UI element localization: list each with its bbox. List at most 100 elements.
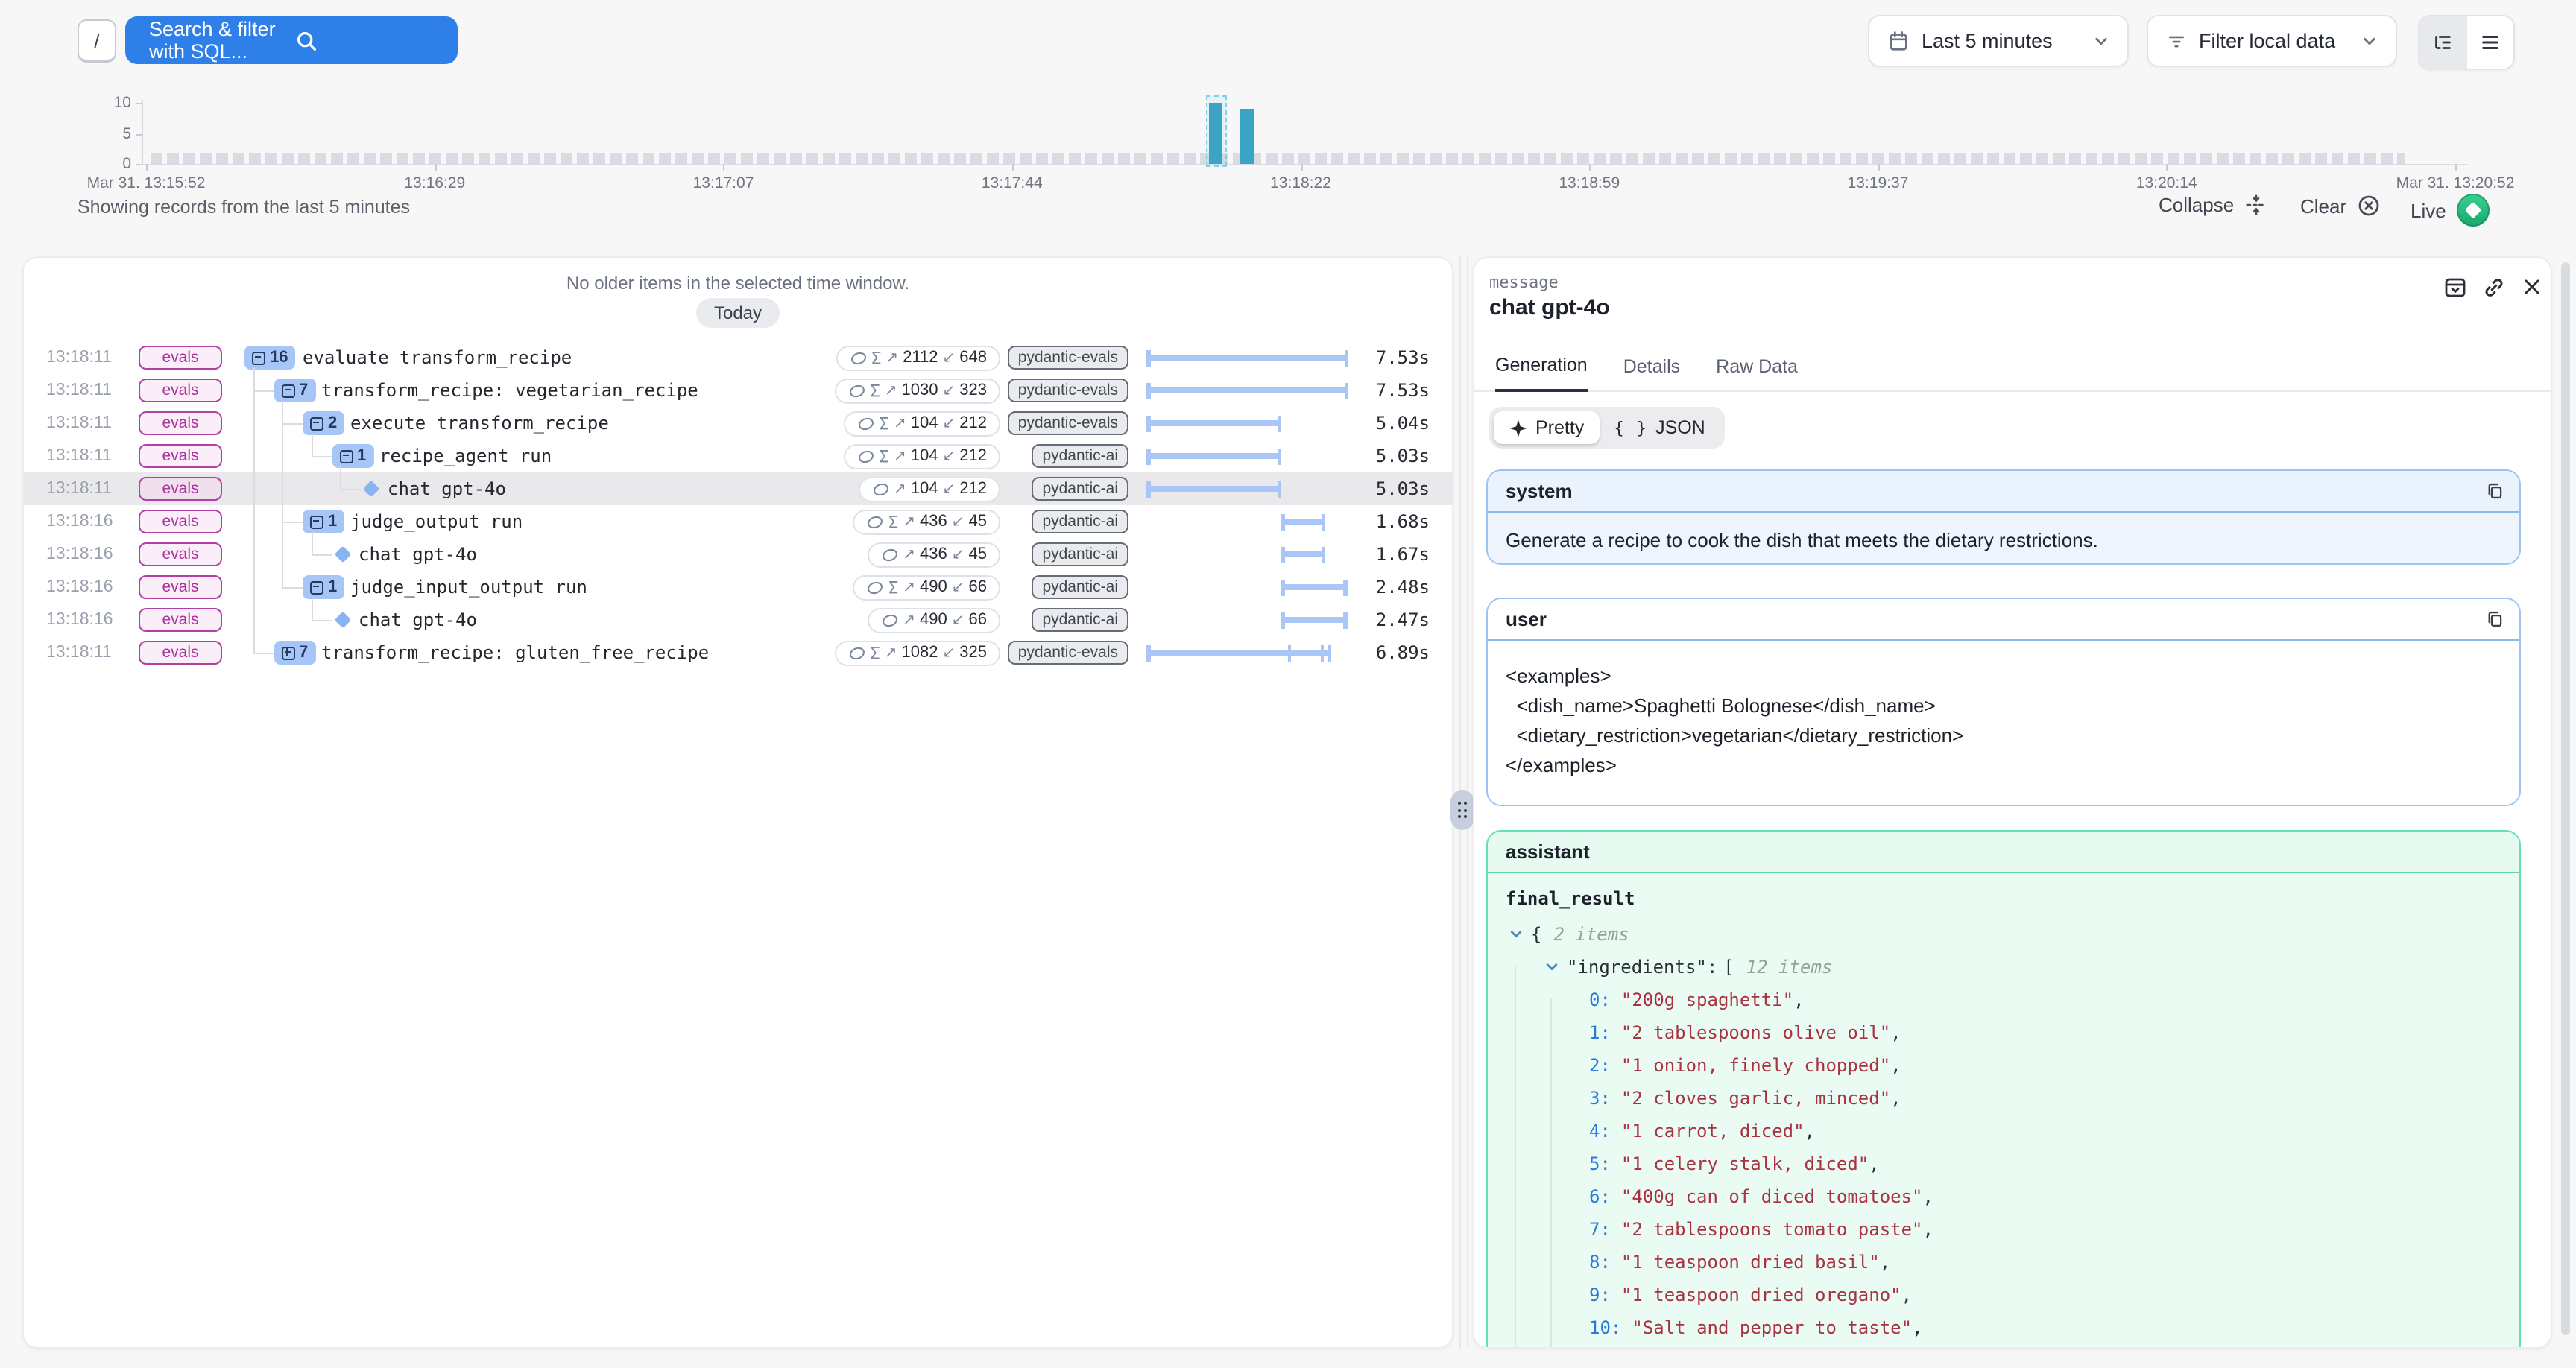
tree-connector <box>311 532 312 554</box>
braces-icon: { } <box>1614 418 1648 437</box>
json-array-item: 3:"2 cloves garlic, minced", <box>1589 1082 2501 1115</box>
table-row[interactable]: 13:18:16 evals chat gpt-4o ↗ 490 ↙ 66 py… <box>24 604 1452 636</box>
span-name[interactable]: transform_recipe: vegetarian_recipe <box>321 380 698 401</box>
filter-local-data-dropdown[interactable]: Filter local data <box>2147 15 2397 67</box>
collapse-node-button[interactable]: 2 <box>303 411 344 435</box>
table-row[interactable]: 13:18:11 evals 16 evaluate transform_rec… <box>24 341 1452 374</box>
span-name[interactable]: evaluate transform_recipe <box>303 347 572 368</box>
time-range-dropdown[interactable]: Last 5 minutes <box>1868 15 2129 67</box>
collapse-button[interactable]: Collapse <box>2159 194 2267 216</box>
search-placeholder: Search & filter with SQL... <box>149 18 294 63</box>
span-name[interactable]: transform_recipe: gluten_free_recipe <box>321 642 709 663</box>
tab-raw-data[interactable]: Raw Data <box>1716 356 1798 390</box>
table-row[interactable]: 13:18:11 evals 7 transform_recipe: veget… <box>24 374 1452 407</box>
table-row[interactable]: 13:18:16 evals 1 judge_input_output run … <box>24 571 1452 604</box>
input-tokens: 490 <box>920 611 947 629</box>
input-tokens: 2112 <box>903 349 938 367</box>
json-root-line[interactable]: { 2 items <box>1509 918 2501 951</box>
output-tokens-arrow-icon: ↙ <box>952 513 965 530</box>
collapse-node-button[interactable]: 1 <box>332 444 373 468</box>
tab-details[interactable]: Details <box>1623 356 1680 390</box>
live-indicator-icon <box>2457 194 2490 227</box>
copy-button[interactable] <box>2485 481 2504 501</box>
table-row[interactable]: 13:18:11 evals 1 recipe_agent run Σ ↗ 10… <box>24 440 1452 472</box>
evals-badge[interactable]: evals <box>139 542 222 566</box>
minus-square-icon <box>252 351 265 364</box>
clear-button[interactable]: Clear <box>2300 194 2381 218</box>
table-row[interactable]: 13:18:11 evals chat gpt-4o ↗ 104 ↙ 212 p… <box>24 472 1452 505</box>
collapse-node-button[interactable]: 16 <box>244 346 296 370</box>
tree-connector <box>311 434 312 455</box>
span-name[interactable]: chat gpt-4o <box>359 609 477 630</box>
table-row[interactable]: 13:18:16 evals chat gpt-4o ↗ 436 ↙ 45 py… <box>24 538 1452 571</box>
span-name[interactable]: chat gpt-4o <box>388 478 506 499</box>
x-axis-tick <box>435 164 436 171</box>
panel-resize-handle[interactable] <box>1450 790 1474 830</box>
span-name[interactable]: recipe_agent run <box>379 446 552 466</box>
collapse-node-button[interactable]: 7 <box>274 379 315 402</box>
evals-badge[interactable]: evals <box>139 641 222 665</box>
copy-button[interactable] <box>2485 609 2504 629</box>
tab-generation[interactable]: Generation <box>1495 355 1588 392</box>
slash-shortcut-keycap: / <box>78 19 116 63</box>
json-view-button[interactable]: { } JSON <box>1599 411 1720 444</box>
duration-label: 5.03s <box>1376 446 1430 466</box>
collapse-node-button[interactable]: 7 <box>274 641 315 665</box>
page-scrollbar[interactable] <box>2561 262 2570 1335</box>
json-index: 9: <box>1589 1285 1611 1305</box>
final-result-label: final_result <box>1506 888 2501 909</box>
collapse-node-button[interactable]: 1 <box>303 575 344 599</box>
sigma-icon: Σ <box>880 446 889 466</box>
json-string-value: "1 onion, finely chopped" <box>1621 1055 1890 1076</box>
json-string-value: "1 teaspoon dried basil" <box>1621 1252 1880 1273</box>
copy-link-button[interactable] <box>2482 276 2506 300</box>
tree-view-button[interactable] <box>2419 16 2466 69</box>
close-panel-button[interactable] <box>2521 276 2543 298</box>
evals-badge[interactable]: evals <box>139 510 222 533</box>
evals-badge[interactable]: evals <box>139 444 222 468</box>
x-axis-tick <box>2455 164 2457 171</box>
evals-badge[interactable]: evals <box>139 608 222 632</box>
span-name[interactable]: execute transform_recipe <box>350 413 609 434</box>
evals-badge[interactable]: evals <box>139 346 222 370</box>
table-row[interactable]: 13:18:16 evals 1 judge_output run Σ ↗ 43… <box>24 505 1452 538</box>
child-count: 16 <box>270 349 288 367</box>
framework-badge: pydantic-ai <box>1032 608 1128 632</box>
row-timestamp: 13:18:16 <box>46 545 113 563</box>
sigma-icon: Σ <box>888 512 898 531</box>
evals-badge[interactable]: evals <box>139 379 222 402</box>
role-label: assistant <box>1506 840 1590 863</box>
collapse-node-button[interactable]: 1 <box>303 510 344 533</box>
output-tokens: 648 <box>959 349 987 367</box>
search-input[interactable]: Search & filter with SQL... <box>125 16 458 64</box>
child-count: 1 <box>357 447 366 465</box>
live-toggle[interactable]: Live <box>2411 194 2490 227</box>
filter-local-data-label: Filter local data <box>2199 30 2335 52</box>
evals-badge[interactable]: evals <box>139 411 222 435</box>
framework-badge: pydantic-evals <box>1008 379 1128 402</box>
tree-connector <box>311 554 332 555</box>
dock-panel-button[interactable] <box>2443 276 2467 300</box>
duration-bar <box>1146 374 1348 407</box>
input-tokens-arrow-icon: ↗ <box>886 349 898 366</box>
span-name[interactable]: judge_output run <box>350 511 523 532</box>
span-name[interactable]: chat gpt-4o <box>359 544 477 565</box>
span-name[interactable]: judge_input_output run <box>350 577 587 598</box>
json-key-line[interactable]: "ingredients": [ 12 items <box>1544 951 2501 984</box>
duration-bar <box>1146 538 1348 571</box>
list-view-button[interactable] <box>2466 16 2513 69</box>
list-view-icon <box>2479 31 2501 54</box>
x-tick-label: 13:19:37 <box>1848 174 1909 192</box>
tree-view-icon <box>2432 31 2455 54</box>
token-usage-pill: ↗ 104 ↙ 212 <box>858 476 1000 501</box>
histogram-bar[interactable] <box>1240 109 1254 164</box>
table-row[interactable]: 13:18:11 evals 7 transform_recipe: glute… <box>24 636 1452 669</box>
evals-badge[interactable]: evals <box>139 575 222 599</box>
duration-label: 5.04s <box>1376 413 1430 434</box>
pretty-view-button[interactable]: Pretty <box>1494 411 1599 444</box>
evals-badge[interactable]: evals <box>139 477 222 501</box>
table-row[interactable]: 13:18:11 evals 2 execute transform_recip… <box>24 407 1452 440</box>
histogram-bar[interactable] <box>1209 103 1222 164</box>
json-item-count: 12 items <box>1746 957 1833 978</box>
json-index: 8: <box>1589 1252 1611 1273</box>
